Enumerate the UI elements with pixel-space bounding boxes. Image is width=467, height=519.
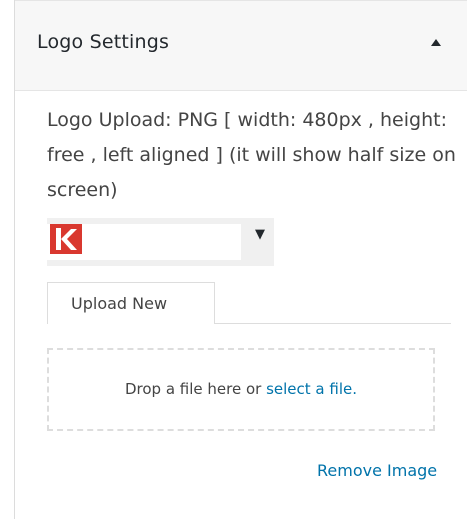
tab-upload-new[interactable]: Upload New [47, 282, 215, 324]
k-logo-icon [50, 224, 82, 254]
logo-select-dropdown[interactable]: ▼ [47, 218, 274, 266]
panel-header[interactable]: Logo Settings [15, 0, 467, 91]
tab-divider [215, 323, 451, 324]
triangle-up-icon[interactable] [431, 39, 441, 46]
tab-label: Upload New [71, 294, 168, 313]
panel-title: Logo Settings [37, 31, 170, 53]
logo-settings-panel: Logo Settings Logo Upload: PNG [ width: … [14, 0, 467, 519]
dropzone-text: Drop a file here or select a file. [49, 380, 433, 398]
dropzone-suffix: . [352, 380, 358, 398]
file-dropzone[interactable]: Drop a file here or select a file. [47, 348, 435, 431]
logo-preview [47, 224, 241, 260]
remove-image-link[interactable]: Remove Image [317, 461, 437, 480]
select-file-link[interactable]: select a file [266, 380, 352, 398]
logo-upload-description: Logo Upload: PNG [ width: 480px , height… [47, 109, 456, 201]
dropzone-prefix: Drop a file here or [124, 380, 262, 398]
caret-down-icon[interactable]: ▼ [255, 227, 265, 242]
